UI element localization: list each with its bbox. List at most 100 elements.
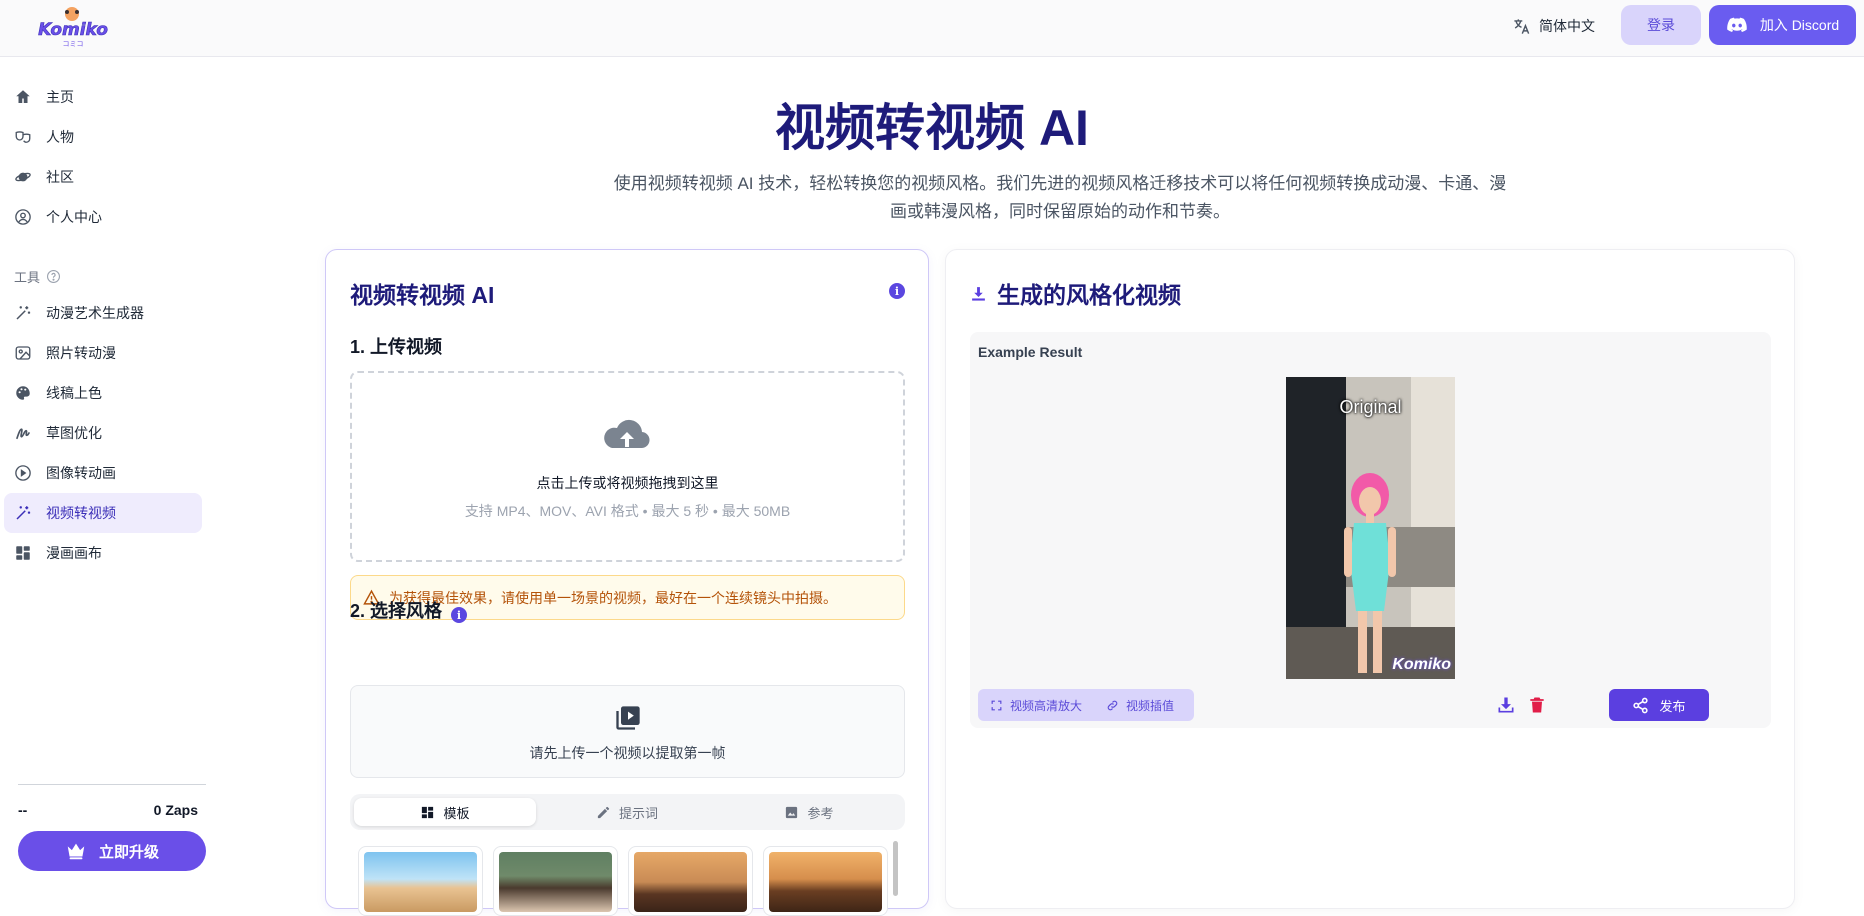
sidebar-item-community[interactable]: 社区: [4, 157, 202, 197]
sidebar: 主页 人物 社区 个人中心 工具 动漫艺术生成器 照片转动漫 线稿上色 草图优化…: [0, 57, 210, 896]
step-style-title: 2. 选择风格: [350, 601, 443, 621]
upload-instruction: 点击上传或将视频拖拽到这里: [536, 475, 719, 491]
tab-templates[interactable]: 模板: [354, 798, 536, 826]
sidebar-item-label: 图像转动画: [46, 465, 116, 481]
sidebar-item-profile[interactable]: 个人中心: [4, 197, 202, 237]
video-to-video-form-card: 视频转视频 AI i 1. 上传视频 点击上传或将视频拖拽到这里 支持 MP4、…: [325, 249, 929, 916]
svg-text:コミコ: コミコ: [63, 40, 84, 48]
upscale-label: 视频高清放大: [1010, 698, 1083, 713]
komiko-logo[interactable]: Komiko コミコ: [36, 5, 110, 49]
sidebar-item-anime-art-generator[interactable]: 动漫艺术生成器: [4, 293, 202, 333]
tab-prompt[interactable]: 提示词: [536, 798, 718, 826]
upscale-button[interactable]: 视频高清放大: [978, 689, 1094, 721]
planet-icon: [15, 172, 31, 182]
pencil-icon: [597, 806, 610, 818]
form-card-title: 视频转视频 AI: [350, 282, 495, 308]
download-icon[interactable]: [1496, 695, 1516, 715]
tab-label: 模板: [443, 805, 470, 821]
page-title-wrap: 视频转视频 AI: [0, 88, 1864, 160]
expand-icon: [991, 700, 1002, 710]
user-name: --: [18, 802, 28, 818]
style-template-thumbnail[interactable]: [763, 846, 888, 916]
tools-label-text: 工具: [14, 270, 41, 285]
sidebar-item-video-to-video[interactable]: 视频转视频: [4, 493, 202, 533]
user-circle-icon: [15, 209, 31, 225]
style-template-thumbnail[interactable]: [358, 846, 483, 916]
upgrade-button[interactable]: 立即升级: [18, 831, 206, 871]
style-template-thumbnail[interactable]: [628, 846, 753, 916]
generated-video-title: 生成的风格化视频: [970, 276, 1181, 310]
palette-icon: [16, 386, 30, 400]
sidebar-item-label: 草图优化: [46, 425, 102, 441]
info-icon[interactable]: i: [889, 283, 905, 299]
image-icon: [786, 806, 798, 818]
example-result-label: Example Result: [978, 344, 1083, 360]
help-circle-icon[interactable]: [46, 269, 61, 284]
video-frame-illustration: [1286, 377, 1455, 679]
sidebar-item-label: 照片转动漫: [46, 345, 116, 361]
link-icon: [1107, 700, 1118, 710]
grid-icon: [422, 806, 434, 818]
video-caption: Original: [1339, 397, 1402, 417]
photo-icon: [15, 346, 31, 360]
trash-icon[interactable]: [1527, 695, 1547, 715]
zaps-balance: 0 Zaps: [153, 802, 198, 818]
sidebar-item-sketch-refine[interactable]: 草图优化: [4, 413, 202, 453]
video-library-icon: [616, 706, 640, 730]
sketch-icon: [16, 428, 30, 440]
sidebar-item-label: 动漫艺术生成器: [46, 305, 144, 321]
language-selector[interactable]: 简体中文: [1512, 13, 1595, 39]
result-video[interactable]: Original Komiko: [1286, 377, 1455, 679]
top-header: Komiko コミコ 简体中文 登录 加入 Discord: [0, 0, 1864, 57]
dashboard-icon: [16, 546, 30, 560]
warning-text: 为获得最佳效果，请使用单一场景的视频，最好在一个连续镜头中拍摄。: [389, 589, 837, 606]
video-upload-dropzone[interactable]: 点击上传或将视频拖拽到这里 支持 MP4、MOV、AVI 格式 • 最大 5 秒…: [350, 371, 905, 562]
video-watermark: Komiko: [1392, 656, 1451, 673]
sidebar-divider: [18, 784, 206, 785]
upload-constraints: 支持 MP4、MOV、AVI 格式 • 最大 5 秒 • 最大 50MB: [464, 503, 791, 519]
zaps-row: -- 0 Zaps: [18, 802, 198, 818]
cloud-upload-icon: [604, 419, 650, 449]
sidebar-item-line-art-colorize[interactable]: 线稿上色: [4, 373, 202, 413]
upgrade-label: 立即升级: [98, 843, 159, 861]
sidebar-item-photo-to-anime[interactable]: 照片转动漫: [4, 333, 202, 373]
page-title: 视频转视频 AI: [775, 100, 1089, 156]
templates-scrollbar[interactable]: [893, 841, 898, 896]
join-discord-button[interactable]: 加入 Discord: [1709, 5, 1856, 45]
generated-video-card: 生成的风格化视频 Example Result Original Komiko …: [945, 249, 1795, 909]
tab-reference[interactable]: 参考: [718, 798, 900, 826]
login-button[interactable]: 登录: [1621, 5, 1701, 45]
interpolate-label: 视频插值: [1126, 698, 1175, 713]
play-circle-icon: [15, 465, 31, 481]
publish-label: 发布: [1659, 698, 1686, 714]
sidebar-item-label: 线稿上色: [46, 385, 102, 401]
sidebar-item-comic-canvas[interactable]: 漫画画布: [4, 533, 202, 573]
style-mode-tabs: 模板 提示词 参考: [350, 794, 905, 830]
sidebar-item-label: 漫画画布: [46, 545, 102, 561]
language-label: 简体中文: [1539, 18, 1595, 34]
discord-icon: [1727, 17, 1747, 33]
info-icon[interactable]: i: [451, 607, 467, 623]
first-frame-hint: 请先上传一个视频以提取第一帧: [529, 745, 726, 761]
style-template-thumbnail[interactable]: [493, 846, 618, 916]
svg-text:Komiko: Komiko: [38, 20, 108, 40]
publish-button[interactable]: 发布: [1609, 689, 1709, 721]
tab-label: 参考: [807, 805, 834, 821]
page-description: 使用视频转视频 AI 技术，轻松转换您的视频风格。我们先进的视频风格迁移技术可以…: [613, 174, 1507, 221]
share-icon: [1633, 697, 1649, 713]
sidebar-item-label: 社区: [46, 169, 74, 185]
first-frame-placeholder: 请先上传一个视频以提取第一帧: [350, 685, 905, 778]
translate-icon: [1514, 18, 1530, 34]
sidebar-item-image-to-animation[interactable]: 图像转动画: [4, 453, 202, 493]
crown-icon: [67, 843, 85, 860]
generated-video-title-text: 生成的风格化视频: [997, 282, 1181, 308]
tools-section-label: 工具: [14, 267, 61, 286]
magic-wand-icon: [16, 306, 31, 320]
interpolate-button[interactable]: 视频插值: [1094, 689, 1186, 721]
discord-label: 加入 Discord: [1759, 17, 1840, 33]
sidebar-item-label: 视频转视频: [46, 505, 116, 521]
download-icon: [972, 286, 985, 301]
sidebar-item-label: 个人中心: [46, 209, 102, 225]
video-tools: 视频高清放大 视频插值: [978, 689, 1194, 721]
magic-wand-icon: [16, 506, 31, 520]
